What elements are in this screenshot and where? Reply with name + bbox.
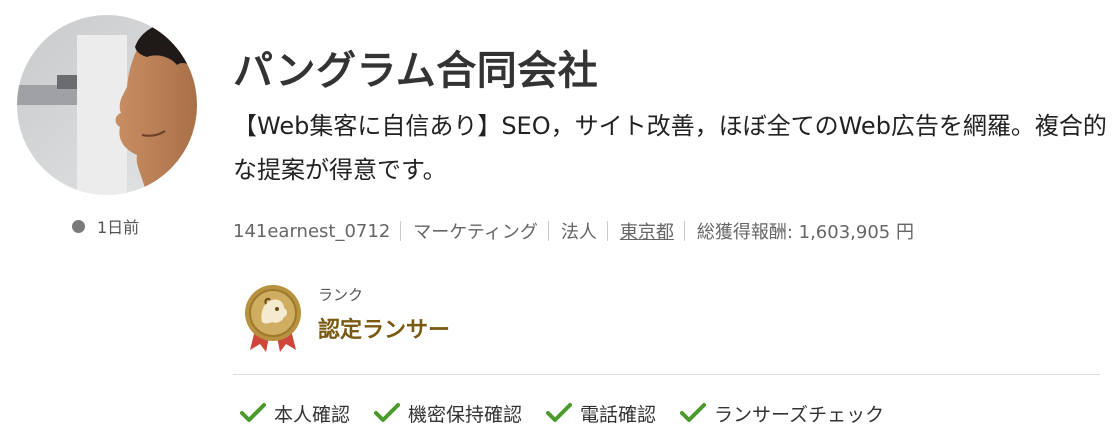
meta-divider	[400, 221, 402, 241]
verification-label: ランサーズチェック	[714, 403, 885, 426]
meta-earnings: 総獲得報酬: 1,603,905 円	[696, 222, 914, 243]
verification-list: 本人確認 機密保持確認 電話確認 ランサーズチェック	[240, 398, 908, 428]
verification-nda: 機密保持確認	[374, 400, 522, 427]
meta-divider	[683, 221, 685, 241]
meta-location-link[interactable]: 東京都	[620, 218, 674, 244]
verification-label: 電話確認	[580, 403, 657, 426]
profile-name: パングラム合同会社	[233, 48, 599, 94]
checkmark-icon	[680, 403, 707, 422]
verification-phone: 電話確認	[546, 400, 656, 427]
meta-type: 法人	[560, 222, 597, 243]
verification-lancers-check: ランサーズチェック	[680, 400, 884, 427]
meta-username: 141earnest_0712	[233, 220, 391, 242]
profile-meta: 141earnest_0712 マーケティング 法人 東京都 総獲得報酬: 1,…	[233, 215, 914, 247]
status-dot-icon	[72, 219, 85, 233]
verification-label: 本人確認	[274, 403, 351, 426]
meta-divider	[547, 221, 549, 241]
checkmark-icon	[374, 403, 401, 422]
rank-medal-icon	[245, 285, 301, 352]
checkmark-icon	[546, 403, 573, 422]
rank-value: 認定ランサー	[318, 318, 451, 343]
status-text: 1日前	[97, 218, 140, 237]
meta-category: マーケティング	[413, 222, 538, 243]
profile-catchphrase: 【Web集客に自信あり】SEO，サイト改善，ほぼ全てのWeb広告を網羅。複合的な…	[233, 112, 1107, 184]
meta-divider	[606, 221, 608, 241]
rank-section: ランク 認定ランサー	[242, 284, 542, 354]
rank-label: ランク	[318, 286, 364, 304]
checkmark-icon	[240, 403, 266, 422]
last-active-status: 1日前	[72, 214, 139, 238]
avatar	[17, 15, 197, 195]
section-divider	[233, 374, 1100, 375]
verification-label: 機密保持確認	[408, 403, 523, 426]
verification-identity: 本人確認	[240, 400, 350, 427]
